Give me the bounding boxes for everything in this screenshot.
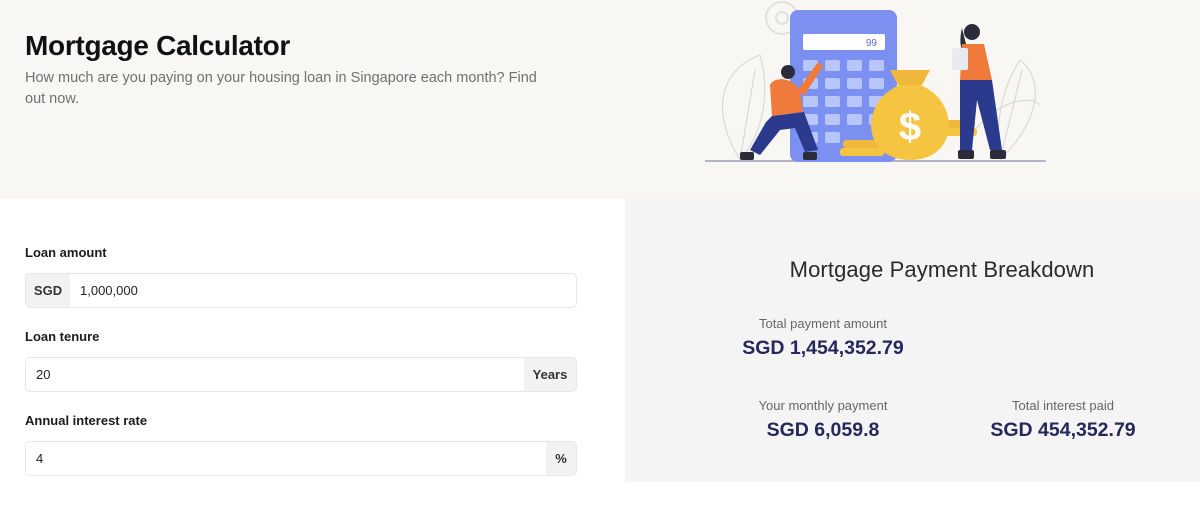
loan-tenure-group: Years	[25, 357, 577, 392]
page-title: Mortgage Calculator	[25, 30, 291, 61]
percent-suffix: %	[546, 442, 576, 475]
page-subtitle: How much are you paying on your housing …	[25, 70, 537, 107]
total-interest-value: SGD 454,352.79	[990, 419, 1136, 441]
years-suffix: Years	[524, 358, 576, 391]
total-interest-label: Total interest paid	[1012, 398, 1114, 413]
monthly-payment-label: Your monthly payment	[758, 398, 888, 413]
loan-tenure-input[interactable]	[26, 358, 524, 391]
interest-rate-label: Annual interest rate	[25, 413, 148, 428]
loan-amount-group: SGD	[25, 273, 577, 308]
interest-rate-input[interactable]	[26, 442, 546, 475]
loan-amount-input[interactable]	[70, 274, 576, 307]
monthly-payment-stat: Your monthly payment SGD 6,059.8	[728, 398, 918, 442]
total-payment-stat: Total payment amount SGD 1,454,352.79	[728, 316, 918, 360]
total-interest-stat: Total interest paid SGD 454,352.79	[963, 398, 1163, 442]
dollar-icon: $	[899, 105, 921, 149]
hero-banner: Mortgage Calculator How much are you pay…	[0, 0, 1200, 199]
currency-prefix: SGD	[26, 274, 70, 307]
total-payment-value: SGD 1,454,352.79	[742, 337, 904, 359]
total-payment-label: Total payment amount	[759, 316, 887, 331]
calculator-display-text: 99	[866, 38, 878, 49]
mortgage-form: Loan amount SGD Loan tenure Years Annual…	[25, 245, 577, 497]
money-bag-calculator-illustration: 99 $	[705, 1, 1046, 162]
loan-amount-label: Loan amount	[25, 245, 107, 260]
payment-breakdown-panel: Mortgage Payment Breakdown Total payment…	[625, 199, 1200, 482]
breakdown-title: Mortgage Payment Breakdown	[789, 257, 1095, 282]
interest-rate-group: %	[25, 441, 577, 476]
monthly-payment-value: SGD 6,059.8	[766, 419, 880, 441]
loan-tenure-label: Loan tenure	[25, 329, 100, 344]
